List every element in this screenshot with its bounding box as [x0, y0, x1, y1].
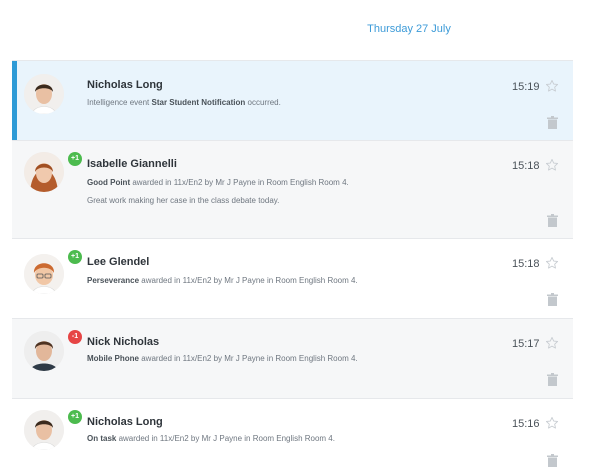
- event-time: 15:17: [512, 338, 540, 350]
- avatar: [24, 74, 64, 114]
- behaviour-badge: +1: [68, 152, 82, 166]
- event-item[interactable]: +1 Lee Glendel Perseverance awarded in 1…: [12, 238, 573, 318]
- selected-indicator: [12, 61, 17, 140]
- event-description: Mobile Phone awarded in 11x/En2 by Mr J …: [87, 354, 358, 363]
- date-header: Thursday 27 July: [367, 23, 451, 35]
- trash-icon[interactable]: [547, 293, 558, 306]
- event-time: 15:19: [512, 81, 540, 93]
- event-description: On task awarded in 11x/En2 by Mr J Payne…: [87, 434, 335, 443]
- event-item[interactable]: +1 Isabelle Giannelli Good Point awarded…: [12, 140, 573, 238]
- student-name[interactable]: Isabelle Giannelli: [87, 158, 177, 170]
- event-description: Good Point awarded in 11x/En2 by Mr J Pa…: [87, 178, 349, 187]
- avatar: [24, 152, 64, 192]
- star-outline-icon[interactable]: [545, 416, 559, 430]
- event-description: Intelligence event Star Student Notifica…: [87, 98, 281, 107]
- student-name[interactable]: Nick Nicholas: [87, 336, 159, 348]
- event-time: 15:18: [512, 258, 540, 270]
- event-item[interactable]: Nicholas Long Intelligence event Star St…: [12, 60, 573, 140]
- event-time: 15:16: [512, 418, 540, 430]
- trash-icon[interactable]: [547, 214, 558, 227]
- event-item[interactable]: -1 Nick Nicholas Mobile Phone awarded in…: [12, 318, 573, 398]
- event-description: Perseverance awarded in 11x/En2 by Mr J …: [87, 276, 358, 285]
- trash-icon[interactable]: [547, 454, 558, 467]
- avatar: [24, 410, 64, 450]
- star-outline-icon[interactable]: [545, 158, 559, 172]
- behaviour-badge: +1: [68, 250, 82, 264]
- student-name[interactable]: Lee Glendel: [87, 256, 149, 268]
- behaviour-badge: -1: [68, 330, 82, 344]
- avatar: [24, 254, 64, 294]
- event-item[interactable]: +1 Nicholas Long On task awarded in 11x/…: [12, 398, 573, 468]
- student-name[interactable]: Nicholas Long: [87, 79, 163, 91]
- event-comment: Great work making her case in the class …: [87, 196, 280, 205]
- trash-icon[interactable]: [547, 116, 558, 129]
- student-name[interactable]: Nicholas Long: [87, 416, 163, 428]
- event-feed: Nicholas Long Intelligence event Star St…: [12, 60, 573, 468]
- behaviour-badge: +1: [68, 410, 82, 424]
- star-outline-icon[interactable]: [545, 79, 559, 93]
- star-outline-icon[interactable]: [545, 256, 559, 270]
- star-outline-icon[interactable]: [545, 336, 559, 350]
- avatar: [24, 331, 64, 371]
- event-time: 15:18: [512, 160, 540, 172]
- trash-icon[interactable]: [547, 373, 558, 386]
